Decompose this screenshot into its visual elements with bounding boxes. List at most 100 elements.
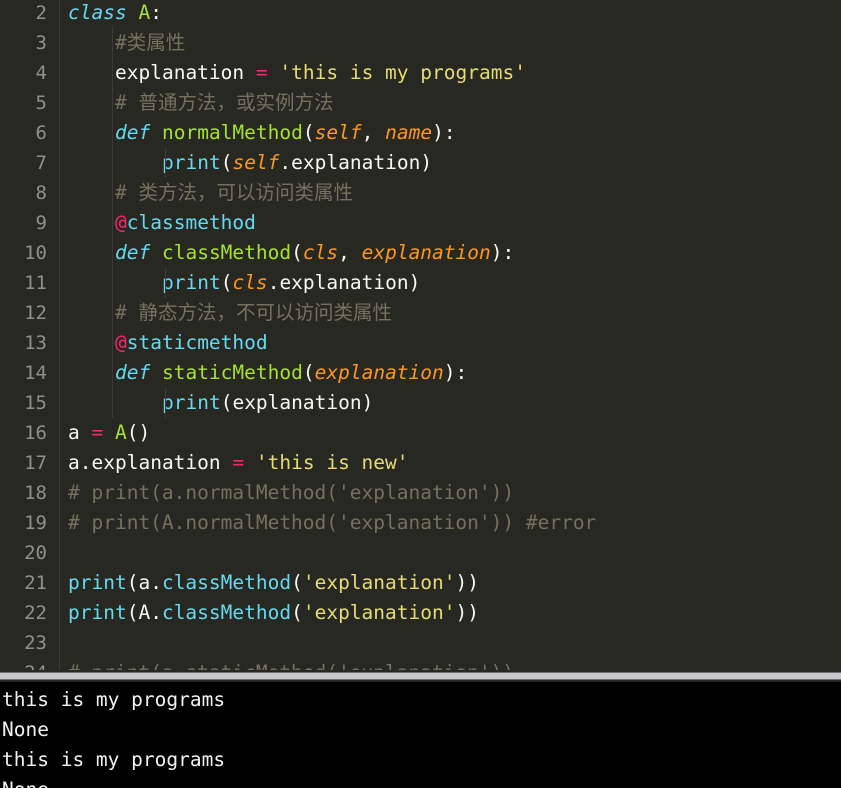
code-line[interactable]: 18 # print(a.normalMethod('explanation')) <box>0 478 841 508</box>
indent-guide <box>59 238 60 268</box>
code-line-text[interactable]: #类属性 <box>56 28 841 58</box>
code-line[interactable]: 21 print(a.classMethod('explanation')) <box>0 568 841 598</box>
indent-guide <box>112 388 113 418</box>
code-line-text[interactable]: print(A.classMethod('explanation')) <box>56 598 841 628</box>
line-number: 24 <box>0 658 56 670</box>
code-line[interactable]: 7 print(self.explanation) <box>0 148 841 178</box>
line-number: 10 <box>0 238 56 268</box>
indent-guide <box>59 658 60 670</box>
code-line[interactable]: 22 print(A.classMethod('explanation')) <box>0 598 841 628</box>
terminal-output-line: this is my programs <box>2 688 226 711</box>
code-line[interactable]: 12 # 静态方法，不可以访问类属性 <box>0 298 841 328</box>
code-line[interactable]: 4 explanation = 'this is my programs' <box>0 58 841 88</box>
indent-guide <box>59 328 60 358</box>
indent-guide <box>59 598 60 628</box>
line-number: 22 <box>0 598 56 628</box>
pane-splitter[interactable] <box>0 670 841 682</box>
code-line[interactable]: 8 # 类方法，可以访问类属性 <box>0 178 841 208</box>
line-number: 23 <box>0 628 56 658</box>
code-line[interactable]: 5 # 普通方法，或实例方法 <box>0 88 841 118</box>
indent-guide <box>59 478 60 508</box>
code-line[interactable]: 14 def staticMethod(explanation): <box>0 358 841 388</box>
line-number: 17 <box>0 448 56 478</box>
code-line-text[interactable]: print(explanation) <box>56 388 841 418</box>
line-number: 9 <box>0 208 56 238</box>
indent-guide <box>59 388 60 418</box>
indent-guide <box>59 148 60 178</box>
indent-guide <box>165 388 166 418</box>
line-number: 12 <box>0 298 56 328</box>
indent-guide <box>59 538 60 568</box>
code-line[interactable]: 3 #类属性 <box>0 28 841 58</box>
line-number: 14 <box>0 358 56 388</box>
code-line-text[interactable]: print(cls.explanation) <box>56 268 841 298</box>
line-number: 20 <box>0 538 56 568</box>
code-line-text[interactable]: # print(a.normalMethod('explanation')) <box>56 478 841 508</box>
code-line[interactable]: 15 print(explanation) <box>0 388 841 418</box>
terminal-output-line: None <box>2 718 49 741</box>
code-line[interactable]: 16 a = A() <box>0 418 841 448</box>
code-line[interactable]: 6 def normalMethod(self, name): <box>0 118 841 148</box>
indent-guide <box>112 328 113 358</box>
code-line-text[interactable]: print(self.explanation) <box>56 148 841 178</box>
code-line[interactable]: 17 a.explanation = 'this is new' <box>0 448 841 478</box>
code-line-text[interactable]: class A: <box>56 0 841 28</box>
code-line-text[interactable]: print(a.classMethod('explanation')) <box>56 568 841 598</box>
indent-guide <box>112 58 113 88</box>
code-line[interactable]: 2 class A: <box>0 0 841 28</box>
code-line-text[interactable] <box>56 538 841 568</box>
indent-guide <box>112 88 113 118</box>
indent-guide <box>112 358 113 388</box>
indent-guide <box>59 358 60 388</box>
code-line[interactable]: 19 # print(A.normalMethod('explanation'))… <box>0 508 841 538</box>
indent-guide <box>112 178 113 208</box>
code-line-text[interactable]: @classmethod <box>56 208 841 238</box>
line-number: 6 <box>0 118 56 148</box>
indent-guide <box>59 208 60 238</box>
code-line-text[interactable]: # 静态方法，不可以访问类属性 <box>56 298 841 328</box>
terminal-output-pane[interactable]: this is my programs None this is my progra… <box>0 682 841 788</box>
indent-guide <box>59 0 60 28</box>
line-number: 2 <box>0 0 56 28</box>
indent-guide <box>112 118 113 148</box>
code-line[interactable]: 20 <box>0 538 841 568</box>
line-number: 13 <box>0 328 56 358</box>
horizontal-scrollbar[interactable] <box>0 672 841 680</box>
code-line-text[interactable]: explanation = 'this is my programs' <box>56 58 841 88</box>
code-line[interactable]: 9 @classmethod <box>0 208 841 238</box>
line-number: 18 <box>0 478 56 508</box>
indent-guide <box>59 58 60 88</box>
indent-guide <box>112 28 113 58</box>
code-line-text[interactable]: a.explanation = 'this is new' <box>56 448 841 478</box>
indent-guide <box>112 298 113 328</box>
code-line-text[interactable]: a = A() <box>56 418 841 448</box>
indent-guide <box>59 88 60 118</box>
indent-guide <box>59 28 60 58</box>
code-line[interactable]: 11 print(cls.explanation) <box>0 268 841 298</box>
line-number: 8 <box>0 178 56 208</box>
code-line-text[interactable]: # print(A.normalMethod('explanation')) #… <box>56 508 841 538</box>
code-line[interactable]: 23 <box>0 628 841 658</box>
code-line[interactable]: 10 def classMethod(cls, explanation): <box>0 238 841 268</box>
terminal-lines-container: this is my programs None this is my progra… <box>2 685 841 788</box>
code-line-text[interactable]: # 普通方法，或实例方法 <box>56 88 841 118</box>
line-number: 15 <box>0 388 56 418</box>
code-line[interactable]: 24# print(a.staticMethod('explanation')) <box>0 658 841 670</box>
indent-guide <box>112 268 113 298</box>
indent-guide <box>112 208 113 238</box>
code-line[interactable]: 13 @staticmethod <box>0 328 841 358</box>
line-number: 16 <box>0 418 56 448</box>
code-line-text[interactable]: # 类方法，可以访问类属性 <box>56 178 841 208</box>
line-number: 11 <box>0 268 56 298</box>
code-line-text[interactable]: def classMethod(cls, explanation): <box>56 238 841 268</box>
indent-guide <box>165 268 166 298</box>
code-lines-container[interactable]: 2 class A: 3 #类属性 4 explanation = 'this is … <box>0 0 841 670</box>
indent-guide <box>59 448 60 478</box>
code-line-text[interactable]: def staticMethod(explanation): <box>56 358 841 388</box>
code-line-text[interactable]: def normalMethod(self, name): <box>56 118 841 148</box>
code-line-text[interactable]: # print(a.staticMethod('explanation')) <box>56 658 841 670</box>
code-line-text[interactable] <box>56 628 841 658</box>
code-line-text[interactable]: @staticmethod <box>56 328 841 358</box>
code-editor-pane[interactable]: 2 class A: 3 #类属性 4 explanation = 'this is … <box>0 0 841 670</box>
indent-guide <box>59 628 60 658</box>
